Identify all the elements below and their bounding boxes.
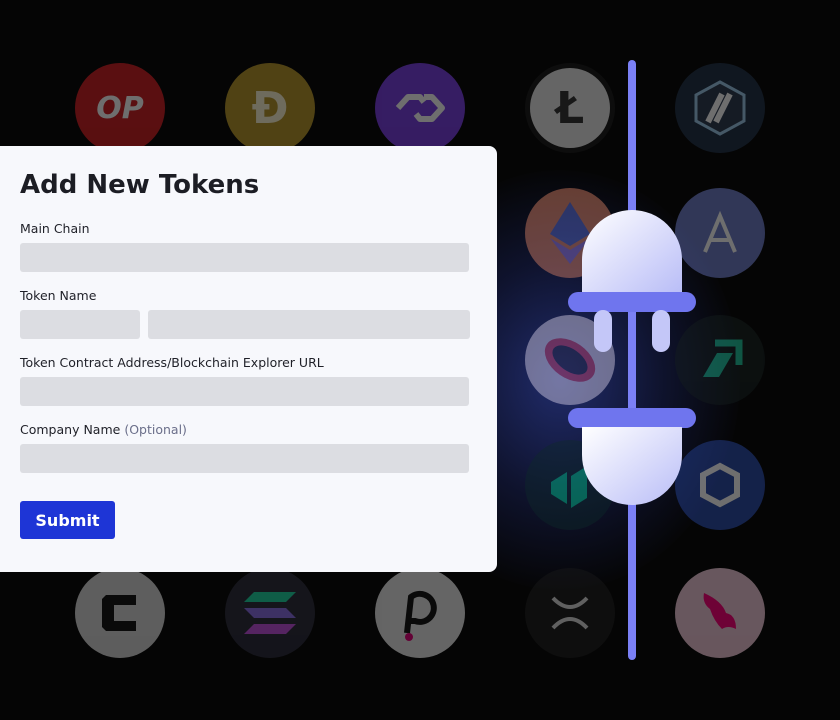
optimism-coin-icon: OP [75, 63, 165, 153]
token-name-field[interactable] [148, 310, 470, 339]
plug-connector-icon [568, 210, 696, 505]
submit-button[interactable]: Submit [20, 501, 115, 539]
token-name-label: Token Name [20, 288, 97, 303]
main-chain-field[interactable] [20, 243, 469, 272]
solana-coin-icon [225, 568, 315, 658]
optional-hint: (Optional) [124, 422, 187, 437]
hero-canvas: OP Ð Ł Add New Tokens Main Chain Token N… [0, 0, 840, 720]
litecoin-coin-icon: Ł [525, 63, 615, 153]
main-chain-label: Main Chain [20, 221, 90, 236]
dogecoin-coin-icon: Ð [225, 63, 315, 153]
xrp-coin-icon [525, 568, 615, 658]
polkadot-coin-icon [375, 568, 465, 658]
arbitrum-coin-icon [675, 63, 765, 153]
contract-address-field[interactable] [20, 377, 469, 406]
company-name-label-text: Company Name [20, 422, 121, 437]
contract-address-label: Token Contract Address/Blockchain Explor… [20, 355, 324, 370]
coin-c-icon [75, 568, 165, 658]
polygon-coin-icon [375, 63, 465, 153]
company-name-label: Company Name (Optional) [20, 422, 187, 437]
uniswap-coin-icon [675, 568, 765, 658]
company-name-field[interactable] [20, 444, 469, 473]
form-title: Add New Tokens [20, 170, 260, 200]
token-symbol-field[interactable] [20, 310, 140, 339]
